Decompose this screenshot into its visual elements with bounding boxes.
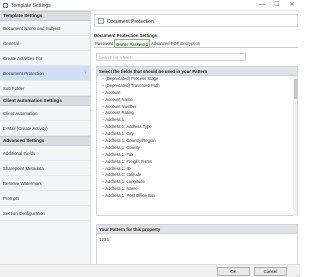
close-button[interactable]: ✕ xyxy=(285,1,299,10)
field-item[interactable]: – (Deprecated) Traversed Path xyxy=(102,83,297,90)
field-item[interactable]: – Address 1: Freight Terms xyxy=(102,159,297,166)
dialog-footer: OK Cancel xyxy=(0,264,300,277)
cancel-button[interactable]: Cancel xyxy=(254,267,287,276)
sidebar-item-label: Section Configuration xyxy=(3,211,45,216)
minimize-button[interactable]: — xyxy=(255,1,269,10)
field-item[interactable]: – Address 1: Fax xyxy=(102,152,297,159)
window-title: Template Settings xyxy=(11,3,51,9)
sidebar-item-general[interactable]: General xyxy=(0,36,90,51)
sidebar-item-sub-folder[interactable]: Sub Folder xyxy=(0,81,90,96)
sidebar-item-label: E-Mail (Create Activity) xyxy=(3,126,48,131)
tab-bar: Password Owner Password Advanced PDF Enc… xyxy=(94,39,298,48)
chevron-right-icon: › xyxy=(84,70,86,76)
field-item[interactable]: – Account Number xyxy=(102,104,297,111)
sidebar-item-label: Sharepoint Metadata xyxy=(3,166,44,171)
sidebar-item-label: Additional Fields xyxy=(3,151,36,156)
field-item[interactable]: – Address 1: Latitude xyxy=(102,172,297,179)
resize-grip-icon[interactable] xyxy=(296,273,300,277)
pattern-input[interactable]: 1234 xyxy=(99,237,109,242)
sidebar-section-client-automation-settings: Client Automation Settings xyxy=(0,96,90,106)
app-icon xyxy=(3,3,8,8)
sidebar-item-label: Create Activities For xyxy=(3,56,43,61)
sidebar: Template Settings Document Name and Subj… xyxy=(0,11,91,268)
sidebar-item-label: Client Automation xyxy=(3,111,38,116)
field-item[interactable]: – Address 1: Post Office Box xyxy=(102,193,297,200)
search-placeholder: Search for a field... xyxy=(99,55,135,61)
title-bar: Template Settings — ☐ ✕ xyxy=(0,0,300,11)
field-item[interactable]: – Account xyxy=(102,90,297,97)
sidebar-item-email-create-activity[interactable]: E-Mail (Create Activity) xyxy=(0,121,90,136)
field-item[interactable]: – Address 1: Name xyxy=(102,186,297,193)
field-item[interactable]: – Address 1: ID xyxy=(102,166,297,173)
field-list: – (Deprecated) Process Stage – (Deprecat… xyxy=(97,76,297,200)
section-title: Document Protection Settings xyxy=(94,33,157,38)
sidebar-section-advanced-settings: Advanced Settings xyxy=(0,136,90,146)
field-item[interactable]: – Address 1: City xyxy=(102,131,297,138)
field-item[interactable]: – Account Rating xyxy=(102,110,297,117)
maximize-button[interactable]: ☐ xyxy=(270,1,284,10)
sidebar-item-section-configuration[interactable]: Section Configuration xyxy=(0,206,90,221)
page-title: Document Protection xyxy=(107,18,154,25)
pattern-panel-title: Your Pattern for this property xyxy=(97,225,297,234)
pattern-panel: Your Pattern for this property 1234 xyxy=(96,224,298,268)
field-item[interactable]: – Address 1: Country/Region xyxy=(102,138,297,145)
sidebar-section-template-settings: Template Settings xyxy=(0,11,90,21)
page-header: Document Protection xyxy=(94,14,298,27)
field-list-scrollbar[interactable] xyxy=(293,76,297,216)
main-panel: Document Protection Document Protection … xyxy=(92,11,300,268)
sidebar-item-label: Prompts xyxy=(3,196,20,201)
sidebar-item-document-protection[interactable]: Document Protection › xyxy=(0,66,90,81)
field-item[interactable]: – Address 1: Address Type xyxy=(102,124,297,131)
sidebar-item-client-automation[interactable]: Client Automation xyxy=(0,106,90,121)
sidebar-item-document-name-and-subject[interactable]: Document Name and Subject xyxy=(0,21,90,36)
sidebar-item-additional-fields[interactable]: Additional Fields xyxy=(0,146,90,161)
field-item[interactable]: – Account Name xyxy=(102,97,297,104)
tab-owner-password[interactable]: Owner Password xyxy=(114,39,150,48)
field-item[interactable]: – Address 1: County xyxy=(102,145,297,152)
document-icon xyxy=(98,17,104,24)
sidebar-item-sharepoint-metadata[interactable]: Sharepoint Metadata xyxy=(0,161,90,176)
sidebar-item-label: Remove Watermark xyxy=(3,181,42,186)
sidebar-item-create-activities-for[interactable]: Create Activities For xyxy=(0,51,90,66)
sidebar-item-remove-watermark[interactable]: Remove Watermark xyxy=(0,176,90,191)
field-search-input[interactable]: Search for a field... xyxy=(96,53,246,61)
sidebar-item-label: Document Name and Subject xyxy=(3,26,61,31)
field-item[interactable]: – Address 1: Longitude xyxy=(102,179,297,186)
sidebar-item-label: Sub Folder xyxy=(3,86,25,91)
sidebar-item-label: General xyxy=(3,41,19,46)
sidebar-item-label: Document Protection xyxy=(3,71,44,76)
tab-password[interactable]: Password xyxy=(94,39,114,48)
sidebar-item-prompts[interactable]: Prompts xyxy=(0,191,90,206)
fields-panel-title: Select the fields that should be used in… xyxy=(97,67,297,76)
scrollbar-thumb[interactable] xyxy=(293,79,297,99)
fields-panel: Select the fields that should be used in… xyxy=(96,66,298,216)
ok-button[interactable]: OK xyxy=(217,267,250,276)
tab-advanced-pdf-encryption[interactable]: Advanced PDF Encryption xyxy=(150,39,201,48)
field-item[interactable]: – Address 1 xyxy=(102,117,297,124)
field-item[interactable]: – (Deprecated) Process Stage xyxy=(102,76,297,83)
